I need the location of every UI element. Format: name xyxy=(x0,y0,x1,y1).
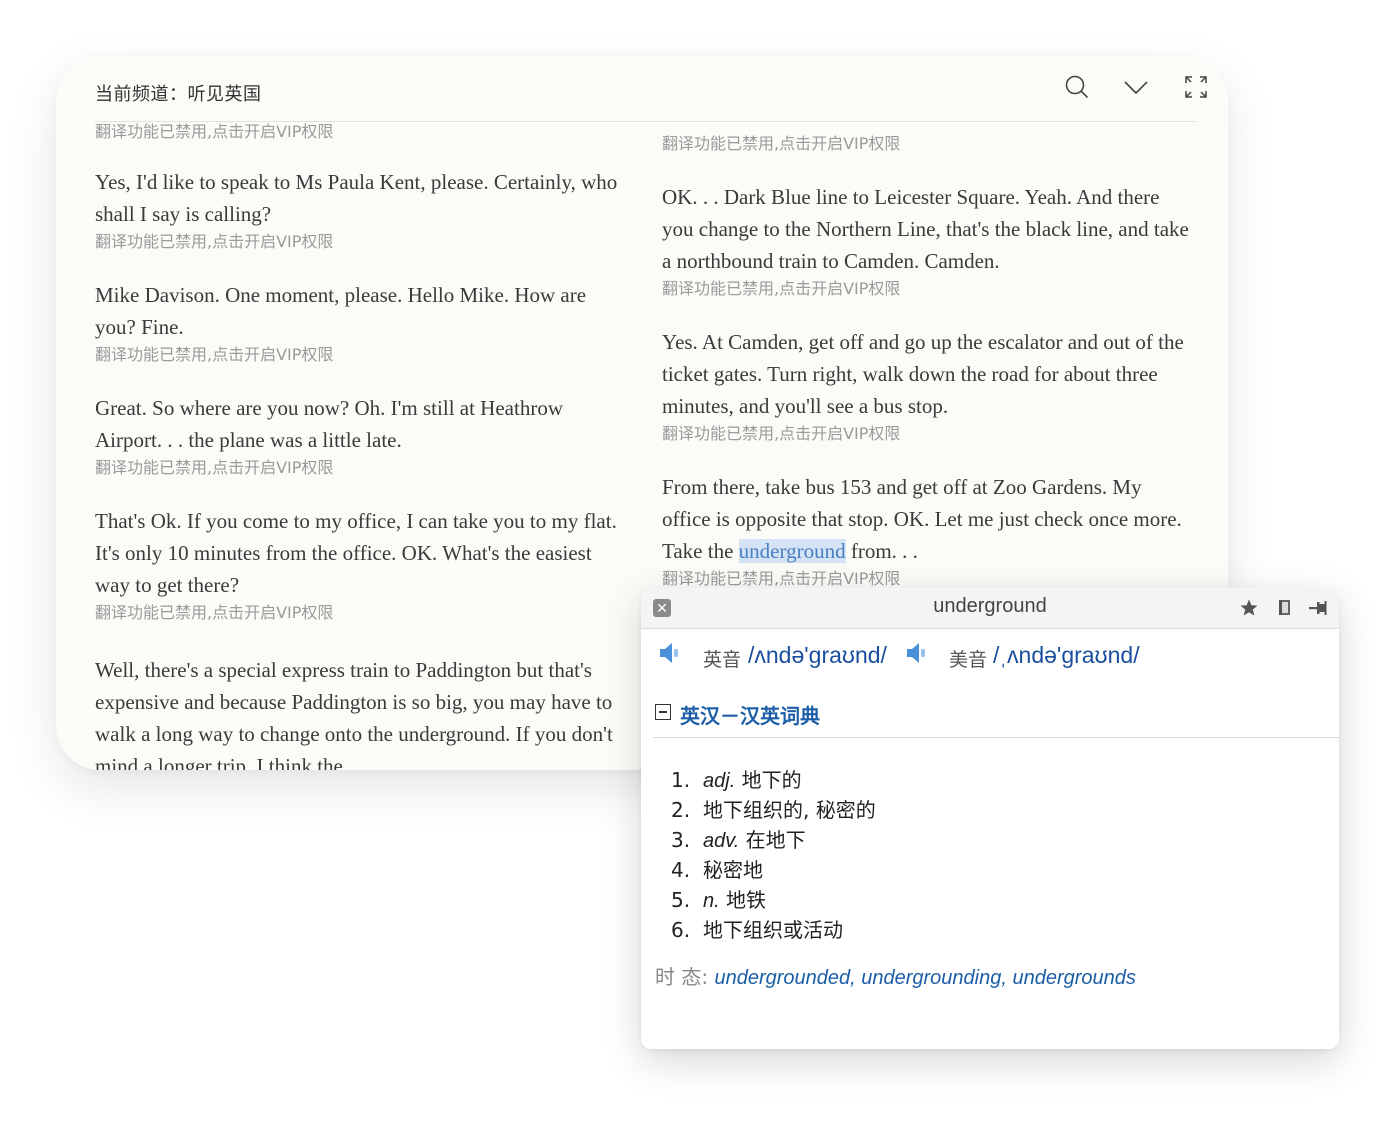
transcript-paragraph[interactable]: That's Ok. If you come to my office, I c… xyxy=(95,505,629,601)
channel-label: 当前频道：听见英国 xyxy=(95,84,262,105)
section-divider xyxy=(653,737,1339,738)
translation-notice[interactable]: 翻译功能已禁用,点击开启VIP权限 xyxy=(95,601,629,625)
definition-item: 6. 地下组织或活动 xyxy=(671,918,843,942)
translation-notice[interactable]: 翻译功能已禁用,点击开启VIP权限 xyxy=(662,422,1192,446)
transcript-paragraph[interactable]: From there, take bus 153 and get off at … xyxy=(662,471,1192,567)
transcript-paragraph[interactable]: Mike Davison. One moment, please. Hello … xyxy=(95,279,629,343)
translation-notice[interactable]: 翻译功能已禁用,点击开启VIP权限 xyxy=(95,343,629,367)
phonetics-row: 英音 /ʌndə'graʊnd/ 美音 /ˌʌndə'graʊnd/ xyxy=(657,640,1329,672)
translation-notice[interactable]: 翻译功能已禁用,点击开启VIP权限 xyxy=(662,132,1192,156)
chevron-down-icon[interactable] xyxy=(1123,74,1149,100)
translation-notice[interactable]: 翻译功能已禁用,点击开启VIP权限 xyxy=(95,456,629,480)
definition-item: 5. n. 地铁 xyxy=(671,888,767,912)
dictionary-titlebar[interactable]: ✕ underground xyxy=(641,588,1339,629)
uk-phonetic: /ʌndə'graʊnd/ xyxy=(748,642,887,668)
pin-icon[interactable] xyxy=(1308,598,1328,618)
translation-notice[interactable]: 翻译功能已禁用,点击开启VIP权限 xyxy=(95,122,629,144)
transcript-left-column[interactable]: 翻译功能已禁用,点击开启VIP权限 Yes, I'd like to speak… xyxy=(95,122,629,770)
dictionary-section-title: 英汉－汉英词典 xyxy=(680,704,820,728)
transcript-paragraph[interactable]: Great. So where are you now? Oh. I'm sti… xyxy=(95,392,629,456)
search-icon[interactable] xyxy=(1064,74,1090,100)
tense-label: 时 态: xyxy=(655,965,715,989)
definition-item: 3. adv. 在地下 xyxy=(671,828,806,852)
definition-list: 1. adj. 地下的 2. 地下组织的, 秘密的 3. adv. 在地下 4. 秘密地… xyxy=(671,766,876,946)
definition-item: 2. 地下组织的, 秘密的 xyxy=(671,798,876,822)
speaker-icon[interactable] xyxy=(904,640,930,666)
speaker-icon[interactable] xyxy=(657,640,683,666)
definition-item: 4. 秘密地 xyxy=(671,858,763,882)
translation-notice[interactable]: 翻译功能已禁用,点击开启VIP权限 xyxy=(95,230,629,254)
collapse-icon[interactable] xyxy=(655,704,671,720)
paragraph-text: from. . . xyxy=(845,539,918,563)
uk-pronunciation-label: 英音 xyxy=(703,649,742,671)
star-icon[interactable] xyxy=(1239,598,1259,618)
transcript-paragraph[interactable]: OK. . . Dark Blue line to Leicester Squa… xyxy=(662,181,1192,277)
translation-notice[interactable]: 翻译功能已禁用,点击开启VIP权限 xyxy=(662,277,1192,301)
tense-forms-row: 时 态: undergrounded, undergrounding, unde… xyxy=(655,961,1136,990)
reader-header: 当前频道：听见英国 xyxy=(56,56,1228,122)
us-phonetic: /ˌʌndə'graʊnd/ xyxy=(993,642,1140,668)
definition-item: 1. adj. 地下的 xyxy=(671,768,802,792)
us-pronunciation-label: 美音 xyxy=(949,649,988,671)
transcript-paragraph[interactable]: Well, there's a special express train to… xyxy=(95,654,629,770)
expand-icon[interactable] xyxy=(1183,74,1209,100)
transcript-paragraph[interactable]: Yes, I'd like to speak to Ms Paula Kent,… xyxy=(95,166,629,230)
book-icon[interactable] xyxy=(1275,598,1295,618)
tense-forms-links[interactable]: undergrounded, undergrounding, undergrou… xyxy=(714,967,1135,989)
highlighted-word[interactable]: underground xyxy=(738,539,846,563)
transcript-paragraph[interactable]: Yes. At Camden, get off and go up the es… xyxy=(662,326,1192,422)
dictionary-word-title: underground xyxy=(933,595,1047,617)
dictionary-popup: ✕ underground 英音 /ʌndə'graʊnd/ 美音 /ˌʌndə… xyxy=(641,588,1339,1049)
